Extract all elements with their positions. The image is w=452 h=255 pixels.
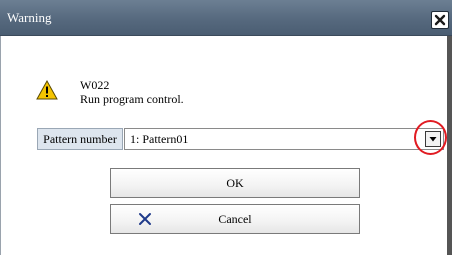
close-icon [434, 14, 446, 26]
warning-message: Run program control. [80, 92, 184, 106]
warning-code: W022 [80, 78, 110, 92]
warning-dialog: Warning W022 Run program control. Patter… [0, 0, 452, 255]
cancel-button[interactable]: Cancel [110, 204, 360, 234]
ok-button[interactable]: OK [110, 168, 360, 198]
close-button[interactable] [431, 11, 449, 29]
pattern-number-label: Pattern number [37, 128, 123, 150]
pattern-number-select[interactable]: 1: Pattern01 [124, 128, 444, 150]
dropdown-button[interactable] [425, 131, 441, 147]
dialog-title: Warning [7, 10, 52, 25]
chevron-down-icon [429, 137, 437, 142]
pattern-selected-value: 1: Pattern01 [130, 132, 189, 146]
cancel-label: Cancel [218, 212, 252, 226]
warning-icon [36, 80, 58, 100]
title-bar[interactable]: Warning [0, 0, 452, 36]
